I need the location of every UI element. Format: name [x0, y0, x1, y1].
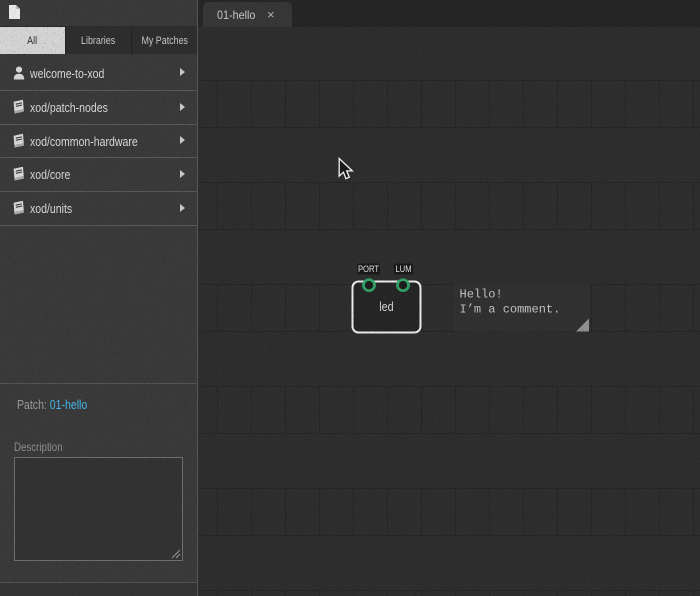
svg-text:PORT: PORT	[358, 263, 379, 274]
svg-text:led: led	[379, 299, 393, 314]
svg-text:I’m a comment.: I’m a comment.	[460, 302, 561, 316]
svg-text:Hello!: Hello!	[460, 288, 503, 302]
svg-text:LUM: LUM	[395, 263, 411, 274]
